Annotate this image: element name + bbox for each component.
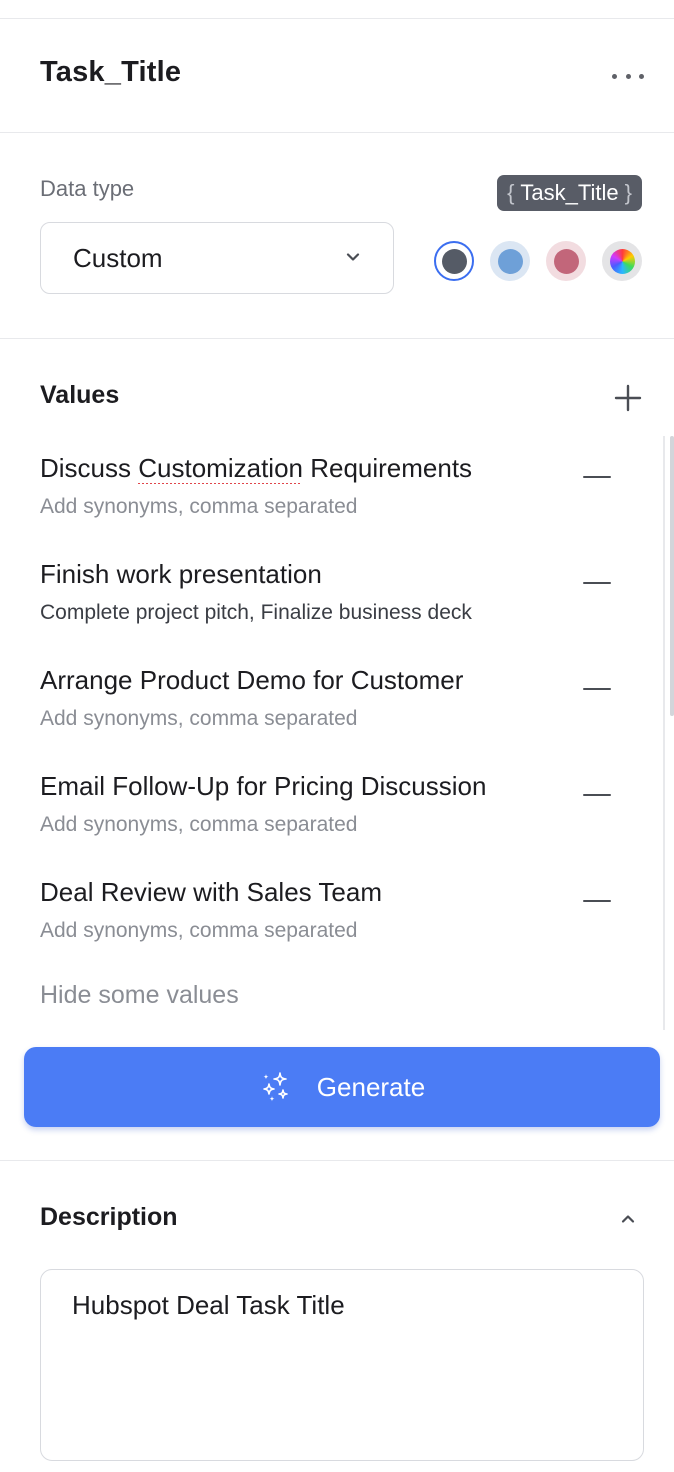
value-item: Arrange Product Demo for Customer Add sy… xyxy=(40,665,630,755)
more-options-button[interactable] xyxy=(610,62,646,90)
minus-icon xyxy=(583,475,611,479)
remove-value-button[interactable] xyxy=(583,891,613,911)
variable-chip: { Task_Title } xyxy=(497,175,642,211)
color-swatch-custom-picker[interactable] xyxy=(602,241,642,281)
sparkles-icon xyxy=(262,1072,288,1102)
top-divider xyxy=(0,18,674,19)
value-item: Deal Review with Sales Team Add synonyms… xyxy=(40,877,630,967)
more-dots-icon xyxy=(625,73,631,79)
chip-brace-open: { xyxy=(507,180,515,205)
synonyms-input[interactable]: Add synonyms, comma separated xyxy=(40,495,544,519)
description-heading: Description xyxy=(40,1203,178,1231)
minus-icon xyxy=(583,581,611,585)
remove-value-button[interactable] xyxy=(583,467,613,487)
remove-value-button[interactable] xyxy=(583,679,613,699)
minus-icon xyxy=(583,687,611,691)
synonyms-input[interactable]: Complete project pitch, Finalize busines… xyxy=(40,601,544,625)
color-wheel-icon xyxy=(609,248,635,274)
synonyms-input[interactable]: Add synonyms, comma separated xyxy=(40,707,544,731)
data-type-divider xyxy=(0,338,674,339)
color-dot xyxy=(553,248,579,274)
chip-brace-close: } xyxy=(624,180,632,205)
color-dot xyxy=(497,248,523,274)
value-item: Discuss Customization Requirements Add s… xyxy=(40,453,630,543)
remove-value-button[interactable] xyxy=(583,785,613,805)
data-type-selected-value: Custom xyxy=(73,242,163,273)
value-name-input[interactable]: Arrange Product Demo for Customer xyxy=(40,665,532,696)
values-scrollbar[interactable] xyxy=(662,436,674,1030)
synonyms-input[interactable]: Add synonyms, comma separated xyxy=(40,813,544,837)
header-divider xyxy=(0,132,674,133)
value-name-input[interactable]: Email Follow-Up for Pricing Discussion xyxy=(40,771,532,802)
spellcheck-flagged-word: Customization xyxy=(138,453,303,483)
value-name-input[interactable]: Discuss Customization Requirements xyxy=(40,453,532,484)
variable-title: Task_Title xyxy=(40,56,182,88)
color-swatch-red[interactable] xyxy=(546,241,586,281)
chevron-up-icon[interactable] xyxy=(618,1209,638,1229)
color-swatch-blue[interactable] xyxy=(490,241,530,281)
synonyms-input[interactable]: Add synonyms, comma separated xyxy=(40,919,544,943)
scrollbar-track xyxy=(663,436,665,1030)
value-name-input[interactable]: Finish work presentation xyxy=(40,559,532,590)
color-swatch-dark-gray[interactable] xyxy=(434,241,474,281)
description-textarea[interactable]: Hubspot Deal Task Title xyxy=(40,1269,644,1461)
minus-icon xyxy=(583,793,611,797)
generate-button[interactable]: Generate xyxy=(24,1047,660,1127)
hide-values-link[interactable]: Hide some values xyxy=(40,981,239,1010)
data-type-select[interactable]: Custom xyxy=(40,222,394,294)
value-item: Finish work presentation Complete projec… xyxy=(40,559,630,649)
chip-variable-name: Task_Title xyxy=(520,180,619,205)
more-dots-icon xyxy=(612,73,617,79)
generate-divider xyxy=(0,1160,674,1161)
color-dot xyxy=(441,248,467,274)
more-dots-icon xyxy=(639,73,644,79)
values-heading: Values xyxy=(40,381,120,409)
chevron-down-icon xyxy=(346,253,360,261)
value-item: Email Follow-Up for Pricing Discussion A… xyxy=(40,771,630,861)
generate-label: Generate xyxy=(316,1071,426,1102)
data-type-label: Data type xyxy=(40,176,135,201)
value-name-input[interactable]: Deal Review with Sales Team xyxy=(40,877,532,908)
value-name-text: Discuss xyxy=(40,453,139,483)
scrollbar-thumb[interactable] xyxy=(670,436,674,716)
remove-value-button[interactable] xyxy=(583,573,613,593)
value-name-text: Requirements xyxy=(302,453,473,483)
minus-icon xyxy=(583,899,611,903)
add-value-plus-icon[interactable] xyxy=(614,384,642,412)
